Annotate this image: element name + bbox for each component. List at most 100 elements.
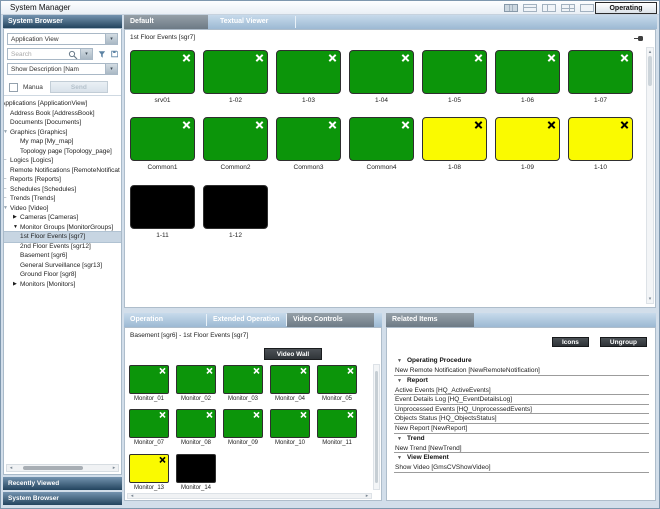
close-icon[interactable] xyxy=(255,53,264,62)
recently-viewed-bar[interactable]: Recently Viewed xyxy=(3,477,122,490)
close-icon[interactable] xyxy=(547,120,556,129)
related-item[interactable]: New Remote Notification [NewRemoteNotifi… xyxy=(394,366,649,376)
monitor-tile[interactable] xyxy=(223,365,263,394)
scrollbar-thumb[interactable] xyxy=(23,466,83,470)
monitor-tile[interactable] xyxy=(129,409,169,438)
monitor-tile[interactable] xyxy=(270,365,310,394)
tree-item[interactable]: 2nd Floor Events [sgr12] xyxy=(4,242,121,252)
expander-collapsed-icon[interactable]: ▶ xyxy=(13,213,17,223)
tree-item[interactable]: 1st Floor Events [sgr7] xyxy=(4,232,121,242)
scrollbar-thumb[interactable] xyxy=(375,371,378,483)
monitor-tile[interactable] xyxy=(422,117,487,161)
monitor-tile[interactable] xyxy=(317,365,357,394)
send-button[interactable]: Send xyxy=(50,81,108,93)
view-selector[interactable]: Application View ▾ xyxy=(7,33,118,45)
tab-video-controls[interactable]: Video Controls xyxy=(287,313,374,327)
close-icon[interactable] xyxy=(206,411,213,418)
monitor-tile[interactable] xyxy=(495,50,560,94)
tab-operation[interactable]: Operation xyxy=(124,313,206,327)
tree-item[interactable]: –Schedules [Schedules] xyxy=(4,185,121,195)
scroll-down-icon[interactable]: ▾ xyxy=(647,296,653,302)
tree-item[interactable]: Documents [Documents] xyxy=(4,118,121,128)
tree-item[interactable]: ▼Graphics [Graphics] xyxy=(4,128,121,138)
description-selector[interactable]: Show Description [Nam ▾ xyxy=(7,63,118,75)
tree-item[interactable]: Remote Notifications [RemoteNotificat xyxy=(4,166,121,176)
tree-item[interactable]: ▶Cameras [Cameras] xyxy=(4,213,121,223)
expander-expanded-icon[interactable]: ▼ xyxy=(13,223,18,233)
close-icon[interactable] xyxy=(206,367,213,374)
close-icon[interactable] xyxy=(347,411,354,418)
close-icon[interactable] xyxy=(547,53,556,62)
close-icon[interactable] xyxy=(300,411,307,418)
monitor-tile[interactable] xyxy=(203,117,268,161)
close-icon[interactable] xyxy=(347,367,354,374)
monitor-tile[interactable] xyxy=(223,409,263,438)
layout-single-pane-icon[interactable] xyxy=(580,4,594,12)
ungroup-button[interactable]: Ungroup xyxy=(600,337,647,347)
tree-item[interactable]: Applications [ApplicationView] xyxy=(4,99,121,109)
layout-top-pane-icon[interactable] xyxy=(523,4,537,12)
operating-mode-button[interactable]: Operating xyxy=(595,2,657,14)
layout-quad-icon[interactable] xyxy=(561,4,575,12)
monitor-tile[interactable] xyxy=(270,409,310,438)
expander-expanded-icon[interactable]: ▼ xyxy=(4,128,8,138)
monitor-tile[interactable] xyxy=(203,185,268,229)
close-icon[interactable] xyxy=(300,367,307,374)
scroll-right-icon[interactable]: ▸ xyxy=(110,465,118,471)
close-icon[interactable] xyxy=(253,367,260,374)
tab-textual-viewer[interactable]: Textual Viewer xyxy=(214,15,292,29)
monitor-tile[interactable] xyxy=(349,117,414,161)
related-item[interactable]: New Trend [NewTrend] xyxy=(394,444,649,454)
close-icon[interactable] xyxy=(401,53,410,62)
expander-expanded-icon[interactable]: – xyxy=(4,175,6,185)
expander-expanded-icon[interactable]: – xyxy=(4,194,6,204)
monitor-tile[interactable] xyxy=(422,50,487,94)
close-icon[interactable] xyxy=(474,53,483,62)
monitor-tile[interactable] xyxy=(130,185,195,229)
layout-left-pane-icon[interactable] xyxy=(542,4,556,12)
expander-expanded-icon[interactable]: – xyxy=(4,185,6,195)
monitor-tile[interactable] xyxy=(568,50,633,94)
scroll-up-icon[interactable]: ▴ xyxy=(647,49,653,55)
monitor-tile[interactable] xyxy=(176,409,216,438)
monitor-tile[interactable] xyxy=(130,50,195,94)
expander-expanded-icon[interactable]: ▼ xyxy=(4,204,8,214)
related-item[interactable]: Event Details Log [HQ_EventDetailsLog] xyxy=(394,395,649,405)
monitor-tile[interactable] xyxy=(176,365,216,394)
tree-item[interactable]: ▼Video [Video] xyxy=(4,204,121,214)
tab-related-items[interactable]: Related Items xyxy=(386,313,474,327)
monitors-horizontal-scrollbar[interactable]: ◂ ▸ xyxy=(127,493,372,499)
monitor-tile[interactable] xyxy=(317,409,357,438)
monitor-tile[interactable] xyxy=(568,117,633,161)
search-chevron-down-icon[interactable]: ▾ xyxy=(80,49,92,59)
tree-item[interactable]: Topology page [Topology_page] xyxy=(4,147,121,157)
save-icon[interactable] xyxy=(111,49,118,59)
monitor-tile[interactable] xyxy=(203,50,268,94)
monitor-tile[interactable] xyxy=(349,50,414,94)
related-item[interactable]: Objects Status [HQ_ObjectsStatus] xyxy=(394,414,649,424)
close-icon[interactable] xyxy=(159,411,166,418)
icons-button[interactable]: Icons xyxy=(552,337,589,347)
related-section-header[interactable]: ▼Report xyxy=(394,376,649,386)
scroll-right-icon[interactable]: ▸ xyxy=(363,493,371,499)
related-item[interactable]: Active Events [HQ_ActiveEvents] xyxy=(394,386,649,396)
tiles-vertical-scrollbar[interactable]: ▴ ▾ xyxy=(646,47,654,304)
monitor-tile[interactable] xyxy=(495,117,560,161)
monitor-tile[interactable] xyxy=(176,454,216,483)
tree-item[interactable]: My map [My_map] xyxy=(4,137,121,147)
expander-collapsed-icon[interactable]: ▶ xyxy=(13,280,17,290)
system-browser-bar[interactable]: System Browser xyxy=(3,492,122,505)
related-section-header[interactable]: ▼View Element xyxy=(394,453,649,463)
tab-extended-operation[interactable]: Extended Operation xyxy=(207,313,286,327)
layout-columns-icon[interactable] xyxy=(504,4,518,12)
monitor-tile[interactable] xyxy=(129,454,169,483)
close-icon[interactable] xyxy=(474,120,483,129)
tree-horizontal-scrollbar[interactable]: ◂ ▸ xyxy=(6,464,119,472)
close-icon[interactable] xyxy=(159,456,166,463)
filter-icon[interactable] xyxy=(98,49,106,60)
close-icon[interactable] xyxy=(328,53,337,62)
tree-item[interactable]: ▼Monitor Groups [MonitorGroups] xyxy=(4,223,121,233)
tree-item[interactable]: Basement [sgr6] xyxy=(4,251,121,261)
close-icon[interactable] xyxy=(620,53,629,62)
close-icon[interactable] xyxy=(182,120,191,129)
